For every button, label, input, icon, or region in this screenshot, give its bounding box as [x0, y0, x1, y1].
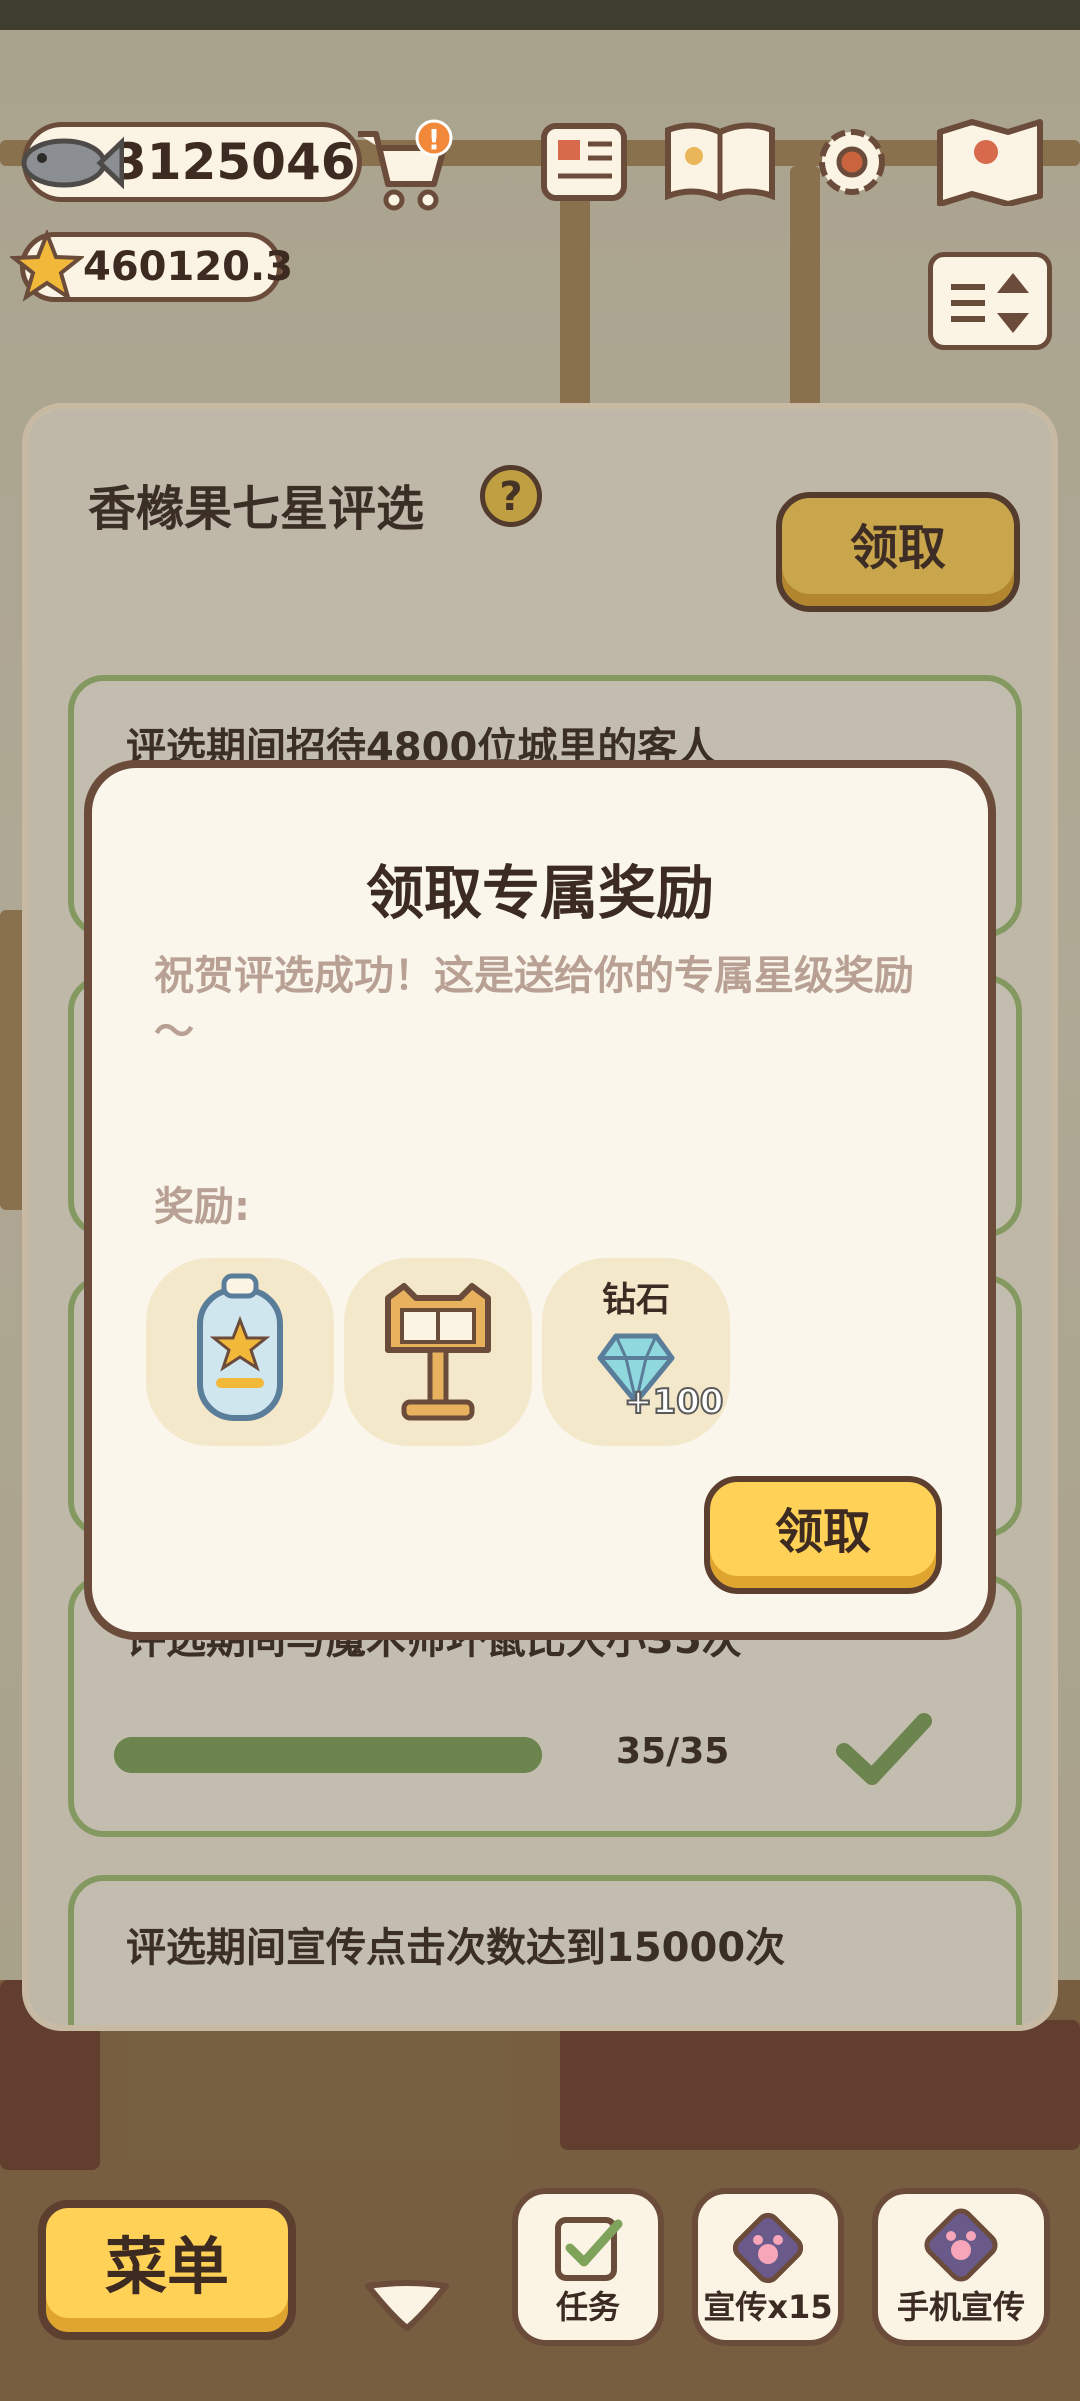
sort-toggle-button[interactable] — [928, 252, 1052, 350]
phone-promote-button[interactable]: 手机宣传 — [872, 2188, 1050, 2346]
trophy-badge-icon — [197, 1273, 283, 1421]
reward-slot-stand[interactable] — [344, 1258, 532, 1446]
paw-card-icon — [732, 2212, 804, 2284]
reward-slot-badge[interactable] — [146, 1258, 334, 1446]
phone-promote-button-label: 手机宣传 — [896, 2288, 1025, 2326]
reward-count: +100 — [623, 1381, 724, 1423]
task-button[interactable]: 任务 — [512, 2188, 664, 2346]
task-button-label: 任务 — [555, 2288, 620, 2326]
sort-arrows-icon — [951, 273, 1029, 333]
task-progress-bar — [114, 1737, 542, 1773]
reward-slot-diamond[interactable]: 钻石 +100 — [542, 1258, 730, 1446]
panel-title: 香橼果七星评选 — [88, 481, 425, 537]
task-progress-fill — [114, 1737, 542, 1773]
task-checklist-icon — [555, 2217, 623, 2281]
menu-button[interactable]: 菜单 — [38, 2200, 296, 2340]
dialog-claim-button[interactable]: 领取 — [704, 1476, 942, 1594]
map-icon[interactable] — [934, 118, 1046, 206]
task-title: 评选期间宣传点击次数达到15000次 — [126, 1925, 786, 1971]
chevron-down-icon[interactable] — [362, 2276, 452, 2336]
settings-gear-icon[interactable] — [806, 118, 898, 206]
reward-label: 奖励: — [154, 1184, 250, 1230]
phone-paw-icon — [924, 2208, 998, 2282]
fish-count: 3125046 — [112, 133, 356, 191]
svg-text:!: ! — [428, 123, 441, 156]
help-question-icon[interactable]: ? — [480, 465, 542, 527]
check-mark-icon — [836, 1713, 932, 1785]
task-card: 评选期间宣传点击次数达到15000次 — [68, 1875, 1022, 2025]
dialog-message: 祝贺评选成功！这是送给你的专属星级奖励～ — [154, 953, 914, 1055]
fish-icon — [21, 136, 124, 190]
star-rating-value: 460120.3 — [83, 244, 294, 290]
reward-name: 钻石 — [602, 1280, 670, 1320]
claim-reward-dialog: 领取专属奖励 祝贺评选成功！这是送给你的专属星级奖励～ 奖励: 钻石 +100 … — [84, 760, 996, 1640]
recipe-stand-icon — [385, 1283, 491, 1421]
newspaper-icon[interactable] — [538, 118, 630, 206]
shopping-cart-icon[interactable]: ! — [350, 118, 460, 218]
star-icon — [10, 230, 84, 302]
promote-button[interactable]: 宣传x15 — [692, 2188, 844, 2346]
dialog-title: 领取专属奖励 — [365, 859, 714, 927]
guide-book-icon[interactable] — [662, 118, 778, 206]
panel-claim-button[interactable]: 领取 — [776, 492, 1020, 612]
task-progress-text: 35/35 — [616, 1731, 730, 1772]
promote-button-label: 宣传x15 — [703, 2288, 833, 2326]
